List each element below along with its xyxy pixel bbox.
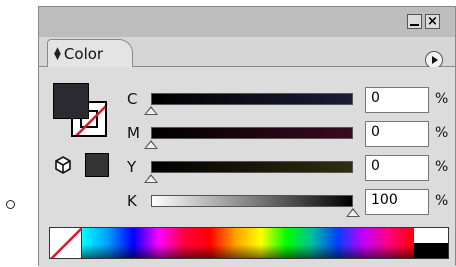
slider-row-m: M 0 %: [39, 121, 455, 153]
minimize-icon: [410, 23, 419, 26]
slider-track-y[interactable]: [151, 161, 353, 173]
value-field-c[interactable]: 0: [365, 87, 429, 113]
percent-label-c: %: [435, 91, 449, 107]
value-field-y[interactable]: 0: [365, 155, 429, 181]
color-panel: × ▲ ▼ Color C 0 % M 0 % Y 0 % K 100 %: [38, 6, 456, 267]
panel-menu-icon: [432, 56, 438, 64]
none-swatch[interactable]: [50, 228, 83, 258]
percent-label-m: %: [435, 125, 449, 141]
black-white-swatches: [414, 228, 448, 258]
percent-label-k: %: [435, 193, 449, 209]
close-button[interactable]: ×: [425, 14, 440, 29]
slider-track-k[interactable]: [151, 195, 353, 207]
slider-thumb-k[interactable]: [346, 208, 360, 217]
percent-label-y: %: [435, 159, 449, 175]
slider-row-c: C 0 %: [39, 87, 455, 119]
spectrum-ramp[interactable]: [82, 228, 414, 258]
slider-thumb-c[interactable]: [144, 106, 158, 115]
panel-body: C 0 % M 0 % Y 0 % K 100 %: [39, 67, 455, 267]
slider-thumb-y[interactable]: [144, 174, 158, 183]
white-swatch[interactable]: [414, 228, 448, 243]
value-field-k[interactable]: 100: [365, 189, 429, 215]
panel-titlebar[interactable]: ×: [39, 7, 455, 37]
slider-row-y: Y 0 %: [39, 155, 455, 187]
none-slash-icon: [50, 228, 83, 258]
channel-label-c: C: [127, 90, 138, 108]
slider-row-k: K 100 %: [39, 189, 455, 221]
slider-track-m[interactable]: [151, 127, 353, 139]
slider-track-c[interactable]: [151, 93, 353, 105]
tab-color-label: Color: [63, 44, 104, 63]
black-swatch[interactable]: [414, 243, 448, 258]
close-icon: ×: [427, 14, 438, 29]
color-ramp[interactable]: [49, 227, 449, 259]
channel-label-y: Y: [127, 158, 137, 176]
channel-label-k: K: [127, 192, 137, 210]
slider-thumb-m[interactable]: [144, 140, 158, 149]
expand-collapse-icon: ▲ ▼: [54, 45, 61, 62]
value-field-m[interactable]: 0: [365, 121, 429, 147]
tab-color[interactable]: ▲ ▼ Color: [47, 39, 133, 67]
radio-indicator: [6, 200, 15, 209]
minimize-button[interactable]: [407, 14, 422, 29]
channel-label-m: M: [127, 124, 140, 142]
